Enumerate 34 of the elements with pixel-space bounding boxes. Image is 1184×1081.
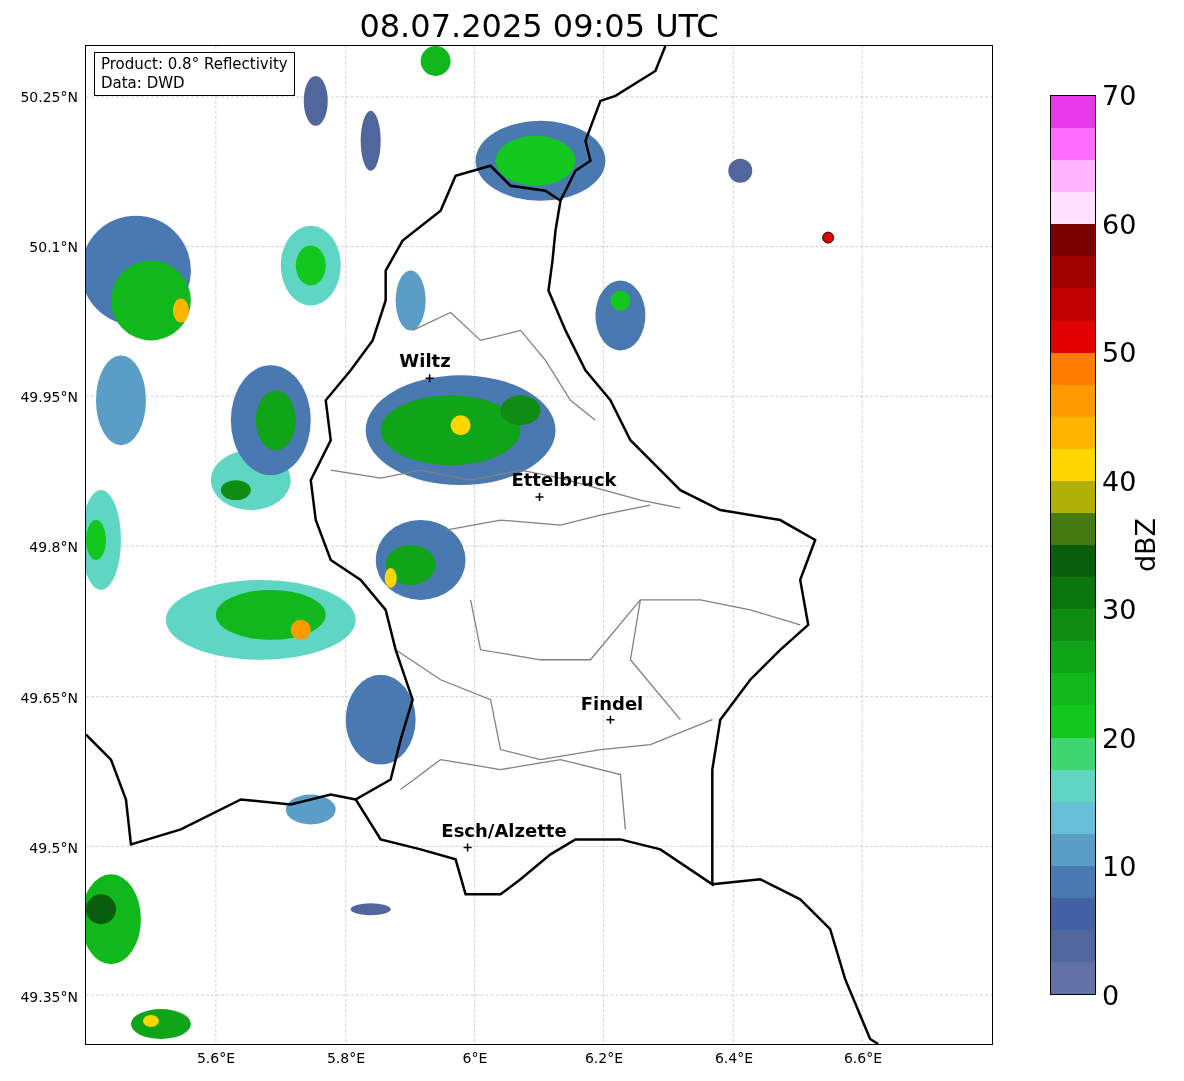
city-label: Ettelbruck xyxy=(511,471,617,489)
colorbar-label: dBZ xyxy=(1129,517,1161,573)
x-tick-label: 6°E xyxy=(462,1050,488,1066)
radar-site-icon xyxy=(822,231,835,244)
city-label: Wiltz xyxy=(399,352,451,370)
colorbar-tick-label: 70 xyxy=(1102,81,1137,109)
x-tick-label: 6.6°E xyxy=(843,1050,883,1066)
city-marker-icon xyxy=(424,373,435,384)
chart-title: 08.07.2025 09:05 UTC xyxy=(358,6,720,45)
city-marker-icon xyxy=(534,492,545,502)
x-tick-label: 6.4°E xyxy=(714,1050,754,1066)
x-tick-label: 5.6°E xyxy=(196,1050,236,1066)
info-text: Product: 0.8° Reflectivity xyxy=(101,55,288,74)
colorbar-tick-label: 0 xyxy=(1102,981,1120,1009)
y-tick-label: 49.65°N xyxy=(20,690,78,706)
colorbar-tick-label: 40 xyxy=(1102,467,1137,495)
y-tick-label: 49.95°N xyxy=(20,389,78,405)
x-tick-label: 5.8°E xyxy=(326,1050,366,1066)
y-tick-label: 49.8°N xyxy=(29,539,78,555)
info-text: Data: DWD xyxy=(101,74,186,93)
colorbar-tick-label: 60 xyxy=(1102,210,1137,238)
city-marker-icon xyxy=(462,842,473,853)
colorbar-tick-label: 30 xyxy=(1102,595,1137,623)
city-label: Findel xyxy=(580,695,644,713)
y-tick-label: 49.5°N xyxy=(29,840,78,856)
city-marker-icon xyxy=(605,714,616,725)
colorbar-tick-label: 50 xyxy=(1102,338,1137,366)
colorbar-tick-label: 20 xyxy=(1102,724,1137,752)
city-label: Esch/Alzette xyxy=(441,822,567,840)
x-tick-label: 6.2°E xyxy=(584,1050,624,1066)
y-tick-label: 50.25°N xyxy=(20,89,78,105)
colorbar-tick-label: 10 xyxy=(1102,852,1137,880)
y-tick-label: 49.35°N xyxy=(20,989,78,1005)
y-tick-label: 50.1°N xyxy=(29,239,78,255)
